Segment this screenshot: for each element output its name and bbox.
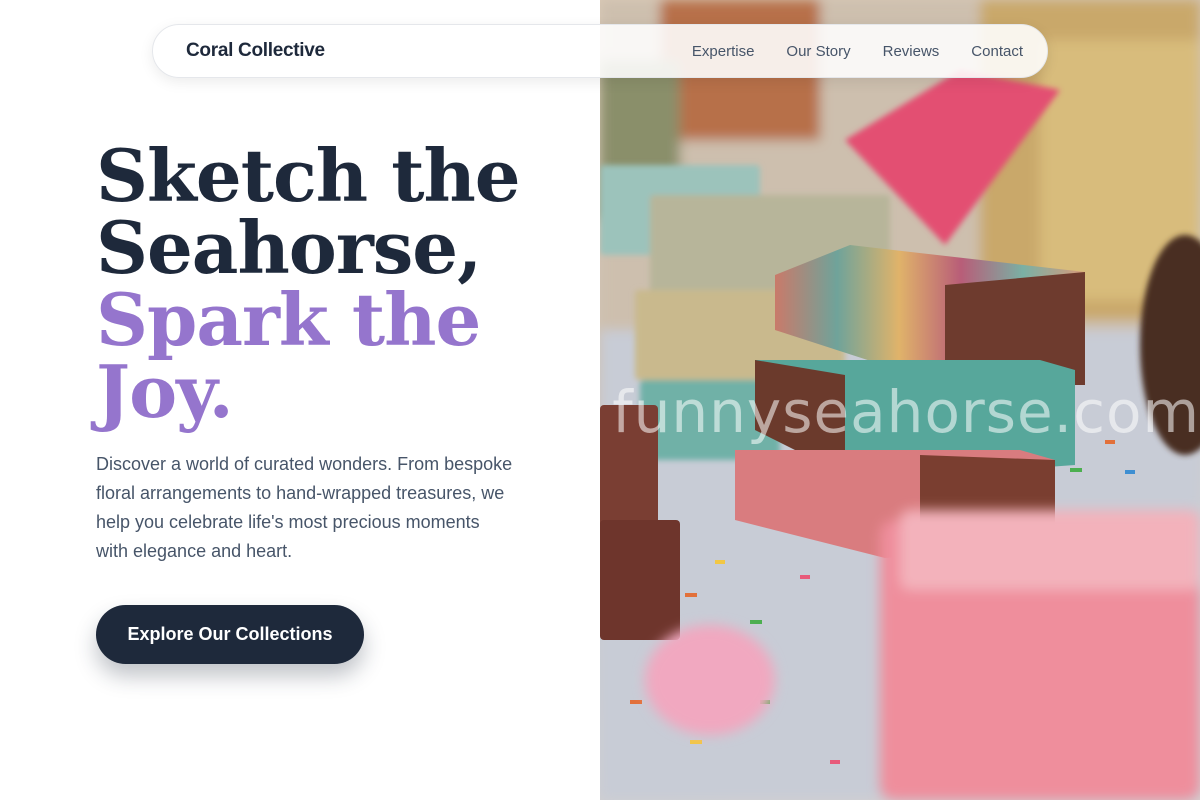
hero-title-line-1: Sketch the bbox=[96, 133, 521, 218]
nav-link-contact[interactable]: Contact bbox=[971, 43, 1023, 60]
top-nav: Coral Collective Expertise Our Story Rev… bbox=[152, 24, 1048, 78]
hero-title-line-4: Joy. bbox=[96, 349, 234, 434]
nav-link-expertise[interactable]: Expertise bbox=[692, 43, 755, 60]
hero-photo: funnyseahorse.com bbox=[600, 0, 1200, 800]
nav-link-reviews[interactable]: Reviews bbox=[883, 43, 940, 60]
hero-title-line-3: Spark the bbox=[96, 277, 481, 362]
explore-collections-button[interactable]: Explore Our Collections bbox=[96, 605, 364, 664]
photo-watermark: funnyseahorse.com bbox=[612, 378, 1200, 446]
hero-title: Sketch the Seahorse, Spark the Joy. bbox=[96, 140, 576, 428]
nav-links: Expertise Our Story Reviews Contact bbox=[692, 43, 1023, 60]
hero-title-line-2: Seahorse, bbox=[96, 205, 482, 290]
nav-link-our-story[interactable]: Our Story bbox=[786, 43, 850, 60]
brand-logo[interactable]: Coral Collective bbox=[186, 40, 325, 62]
hero-description: Discover a world of curated wonders. Fro… bbox=[96, 454, 513, 561]
